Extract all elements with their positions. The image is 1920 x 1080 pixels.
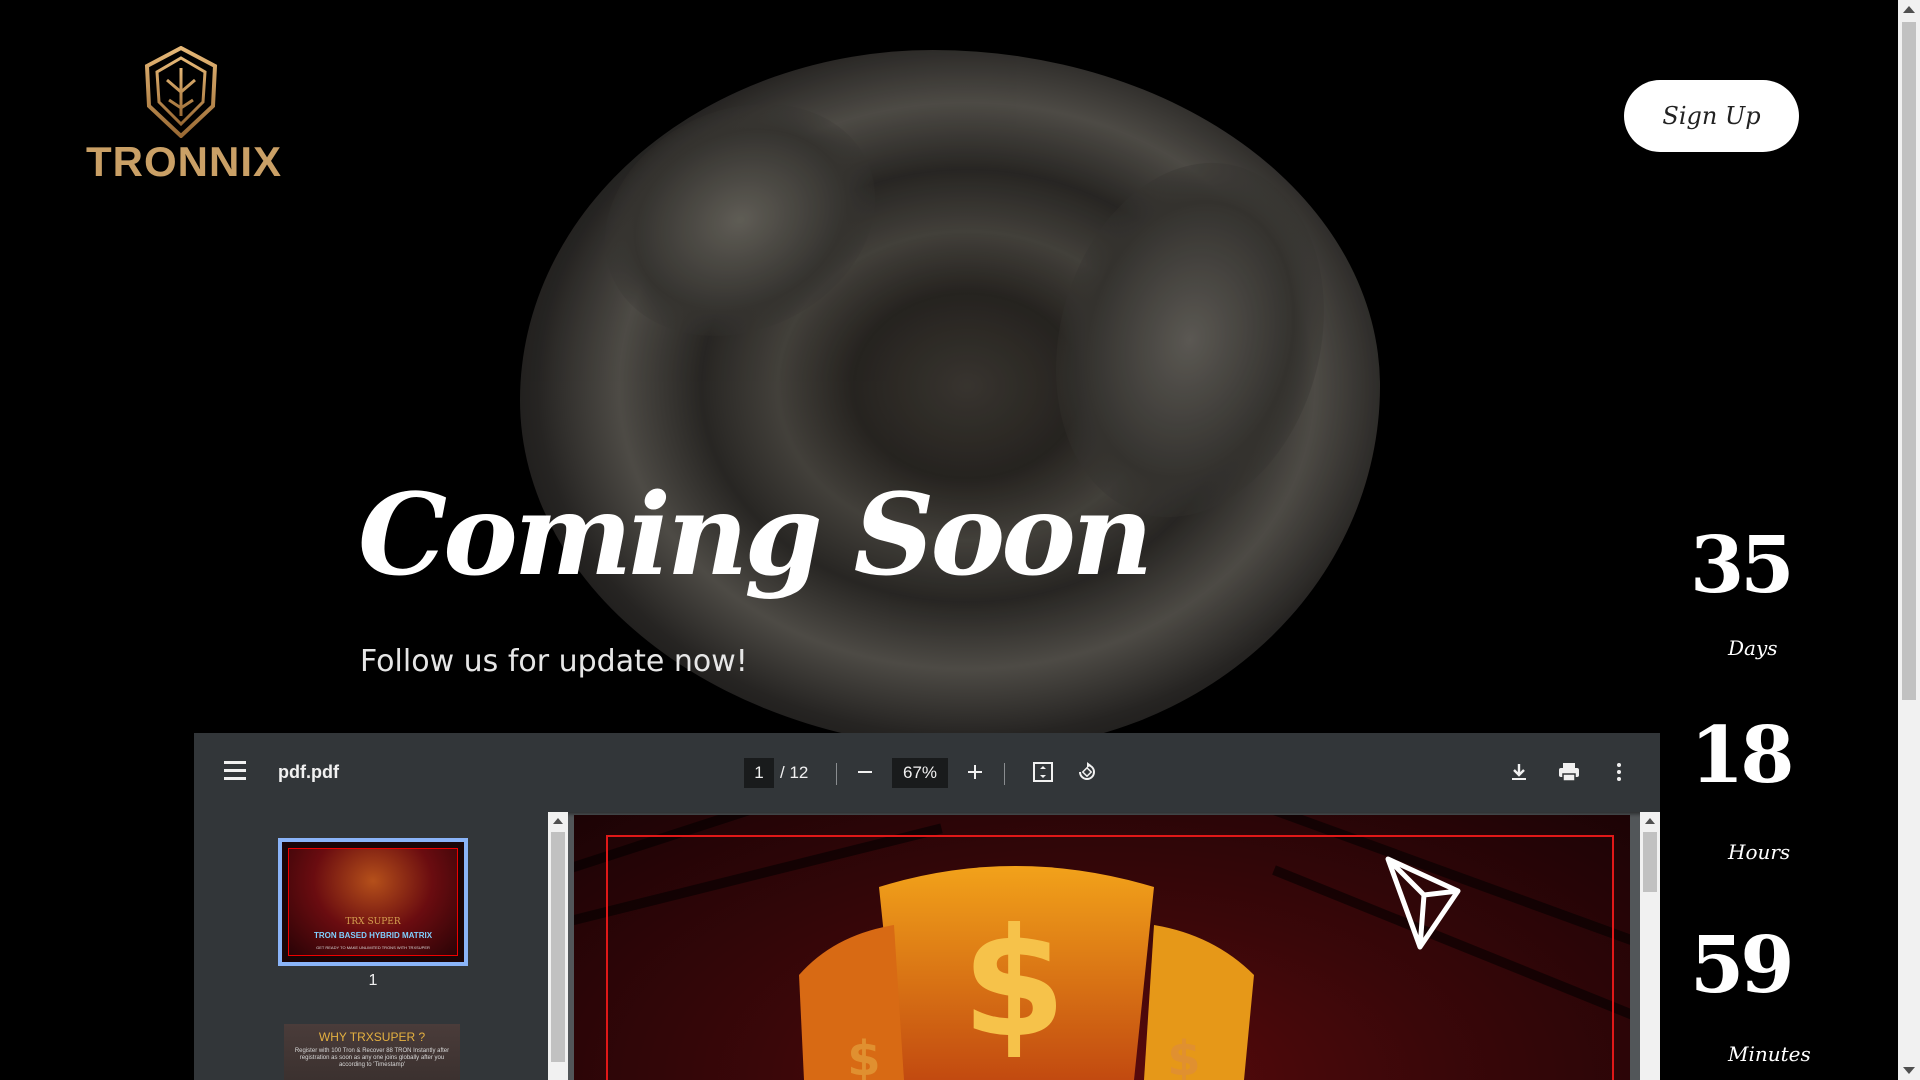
scroll-down-icon[interactable] bbox=[1903, 1067, 1915, 1074]
dollar-shield-graphic: $ $ $ bbox=[799, 866, 1254, 1080]
sign-up-button[interactable]: Sign Up bbox=[1624, 80, 1799, 152]
window-scrollbar[interactable] bbox=[1898, 0, 1920, 1080]
countdown-minutes-label: Minutes bbox=[1728, 1042, 1811, 1066]
hero-subtitle: Follow us for update now! bbox=[360, 644, 748, 679]
page-number-input[interactable]: 1 bbox=[744, 758, 774, 788]
svg-text:$: $ bbox=[847, 1031, 880, 1080]
pdf-viewer: pdf.pdf 1 / 12 67% TRX SUPER TRON BASED … bbox=[194, 733, 1660, 1080]
page-thumbnail-2[interactable]: WHY TRXSUPER ? Register with 100 Tron & … bbox=[284, 1024, 460, 1080]
thumbnail-title: WHY TRXSUPER ? bbox=[318, 1030, 426, 1044]
rotate-button[interactable] bbox=[1072, 757, 1102, 787]
menu-icon[interactable] bbox=[224, 761, 246, 781]
download-icon bbox=[1512, 764, 1526, 780]
pdf-page: $ $ $ bbox=[574, 815, 1630, 1080]
scrollbar-thumb[interactable] bbox=[1902, 22, 1916, 700]
more-options-button[interactable] bbox=[1604, 757, 1634, 787]
rotate-icon bbox=[1079, 762, 1095, 780]
countdown-minutes-value: 59 bbox=[1690, 920, 1795, 1011]
download-button[interactable] bbox=[1504, 757, 1534, 787]
zoom-in-icon bbox=[968, 765, 982, 779]
logo-emblem-icon bbox=[144, 46, 218, 138]
thumbnail-sidebar: TRX SUPER TRON BASED HYBRID MATRIX GET R… bbox=[194, 812, 548, 1080]
svg-text:$: $ bbox=[962, 897, 1066, 1071]
countdown-hours-value: 18 bbox=[1690, 710, 1795, 801]
fit-page-icon bbox=[1033, 762, 1053, 782]
brand-logo[interactable]: TRONNIX bbox=[86, 46, 282, 186]
toolbar-divider bbox=[1004, 763, 1005, 785]
countdown-days-value: 35 bbox=[1690, 520, 1795, 611]
page-total: / 12 bbox=[780, 763, 809, 782]
zoom-out-button[interactable] bbox=[850, 757, 880, 787]
thumbnail-subtitle: TRON BASED HYBRID MATRIX bbox=[313, 931, 433, 940]
print-button[interactable] bbox=[1554, 757, 1584, 787]
pdf-toolbar: pdf.pdf 1 / 12 67% bbox=[194, 733, 1660, 812]
fit-page-button[interactable] bbox=[1028, 757, 1058, 787]
sidebar-scrollbar[interactable] bbox=[548, 812, 568, 1080]
zoom-out-icon bbox=[858, 771, 872, 773]
brand-name: TRONNIX bbox=[86, 138, 282, 185]
thumbnail-title: TRX SUPER bbox=[345, 917, 401, 927]
thumbnail-body: Register with 100 Tron & Recover 88 TRON… bbox=[294, 1048, 450, 1068]
countdown-hours-label: Hours bbox=[1728, 840, 1791, 864]
toolbar-divider bbox=[836, 763, 837, 785]
pdf-file-name: pdf.pdf bbox=[278, 762, 339, 782]
page-thumbnail-1[interactable]: TRX SUPER TRON BASED HYBRID MATRIX GET R… bbox=[278, 838, 468, 966]
zoom-in-button[interactable] bbox=[960, 757, 990, 787]
countdown-days-label: Days bbox=[1728, 636, 1778, 660]
tron-logo-icon bbox=[1385, 856, 1461, 950]
page-title: Coming Soon bbox=[358, 470, 1153, 601]
thumbnail-tagline: GET READY TO MAKE UNLIMITED TRONS WITH T… bbox=[316, 945, 430, 950]
thumbnail-page-number: 1 bbox=[368, 972, 378, 989]
print-icon bbox=[1559, 763, 1579, 782]
zoom-level-input[interactable]: 67% bbox=[892, 758, 948, 788]
scroll-up-icon[interactable] bbox=[1903, 6, 1915, 13]
svg-text:$: $ bbox=[1167, 1031, 1200, 1080]
page-scrollbar[interactable] bbox=[1640, 812, 1660, 1080]
more-icon bbox=[1617, 763, 1621, 781]
